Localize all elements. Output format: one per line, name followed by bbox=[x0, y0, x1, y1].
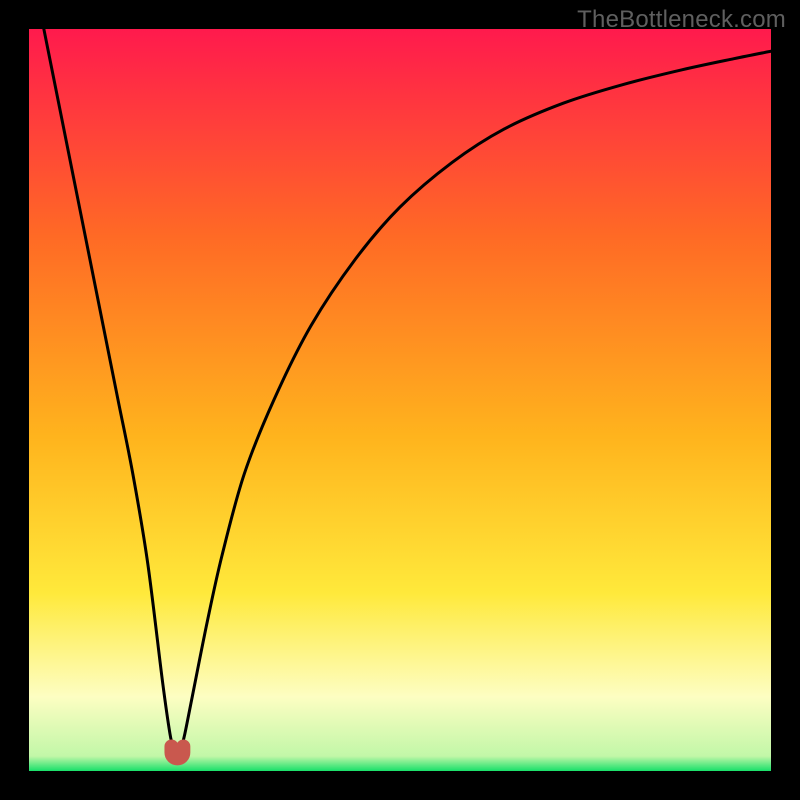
plot-area bbox=[29, 29, 771, 771]
chart-svg bbox=[29, 29, 771, 771]
chart-frame: TheBottleneck.com bbox=[0, 0, 800, 800]
gradient-background bbox=[29, 29, 771, 771]
optimum-marker bbox=[171, 747, 183, 759]
watermark-text: TheBottleneck.com bbox=[577, 6, 786, 34]
